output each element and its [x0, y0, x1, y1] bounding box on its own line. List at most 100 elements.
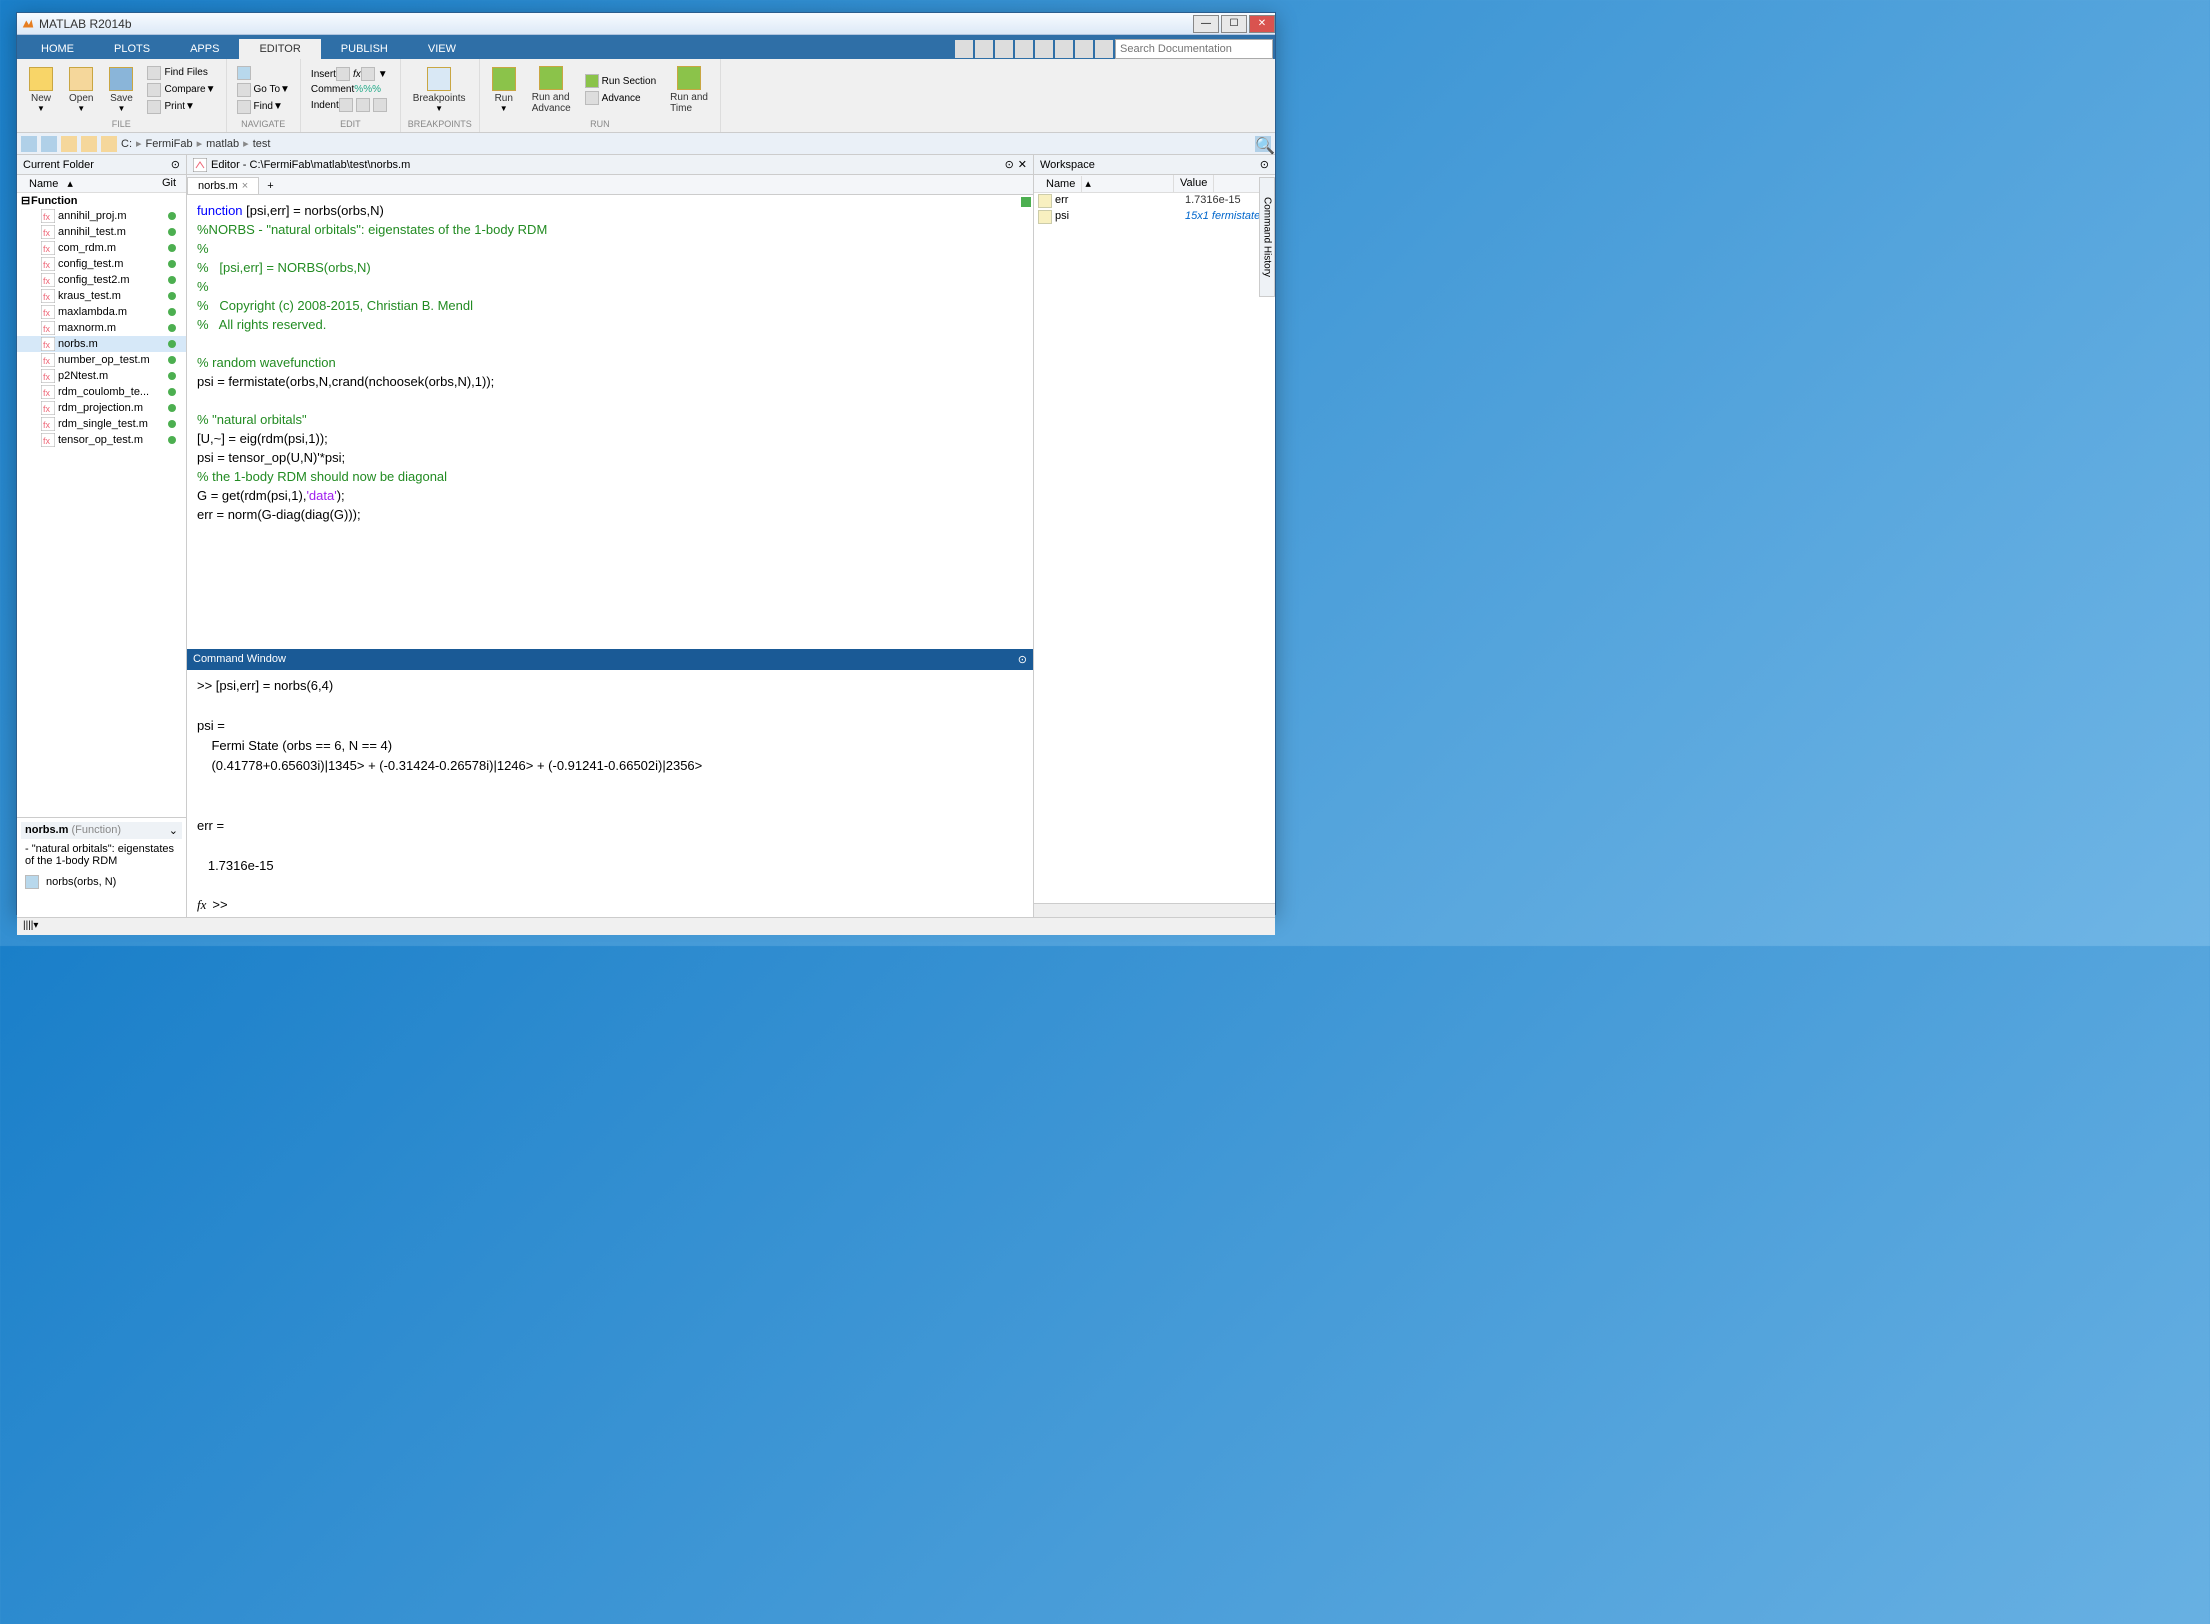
ws-menu-icon[interactable]: ⊙: [1260, 158, 1269, 171]
ws-col-value[interactable]: Value: [1174, 175, 1214, 192]
qat-icon-4[interactable]: [1015, 40, 1033, 58]
file-row[interactable]: fxtensor_op_test.m: [17, 432, 186, 448]
qat-icon-7[interactable]: [1075, 40, 1093, 58]
file-row[interactable]: fxconfig_test2.m: [17, 272, 186, 288]
close-button[interactable]: ✕: [1249, 15, 1275, 33]
tab-editor[interactable]: EDITOR: [239, 39, 320, 59]
breadcrumb-part[interactable]: test: [253, 138, 271, 150]
col-name[interactable]: Name ▴: [17, 175, 156, 192]
run-advance-button[interactable]: Run and Advance: [526, 64, 577, 116]
code-analyzer-indicator[interactable]: [1021, 197, 1031, 207]
editor-close-icon[interactable]: ✕: [1018, 158, 1027, 171]
nav-up-icon[interactable]: [61, 136, 77, 152]
run-section-button[interactable]: Run Section: [581, 73, 660, 89]
mfile-icon: fx: [41, 417, 55, 431]
save-button[interactable]: Save▼: [103, 65, 139, 115]
nav-back-icon[interactable]: [21, 136, 37, 152]
add-tab-button[interactable]: +: [259, 178, 281, 194]
fx-icon[interactable]: fx: [197, 895, 206, 914]
workspace-variable[interactable]: err1.7316e-15: [1034, 193, 1275, 209]
code-editor[interactable]: function [psi,err] = norbs(orbs,N) %NORB…: [187, 195, 1033, 649]
file-row[interactable]: fxannihil_proj.m: [17, 208, 186, 224]
advance-button[interactable]: Advance: [581, 90, 660, 106]
file-row[interactable]: fxannihil_test.m: [17, 224, 186, 240]
git-status-dot: [168, 340, 176, 348]
tab-plots[interactable]: PLOTS: [94, 39, 170, 59]
file-row[interactable]: fxcom_rdm.m: [17, 240, 186, 256]
compare-button[interactable]: Compare ▼: [143, 82, 219, 98]
nav-forward-icon[interactable]: [41, 136, 57, 152]
file-row[interactable]: fxrdm_projection.m: [17, 400, 186, 416]
open-button[interactable]: Open▼: [63, 65, 99, 115]
qat-icon-5[interactable]: [1035, 40, 1053, 58]
ws-col-name[interactable]: Name ▴: [1034, 175, 1174, 192]
cmd-menu-icon[interactable]: ⊙: [1018, 653, 1027, 669]
file-row[interactable]: fxconfig_test.m: [17, 256, 186, 272]
workspace-variable[interactable]: psi15x1 fermistate: [1034, 209, 1275, 225]
git-status-dot: [168, 276, 176, 284]
print-button[interactable]: Print ▼: [143, 99, 219, 115]
comment-button[interactable]: Comment % % %: [307, 83, 394, 96]
nav-back-button[interactable]: [233, 65, 294, 81]
matlab-icon: [21, 17, 35, 31]
breadcrumb-part[interactable]: matlab: [206, 138, 239, 150]
breadcrumb[interactable]: C:▸ FermiFab▸ matlab▸ test: [101, 136, 1251, 152]
new-button[interactable]: New▼: [23, 65, 59, 115]
search-documentation-input[interactable]: [1115, 39, 1273, 59]
file-row[interactable]: fxnumber_op_test.m: [17, 352, 186, 368]
file-row[interactable]: fxmaxlambda.m: [17, 304, 186, 320]
git-status-dot: [168, 404, 176, 412]
run-button[interactable]: Run▼: [486, 65, 522, 115]
folder-tree[interactable]: ⊟ Function fxannihil_proj.mfxannihil_tes…: [17, 193, 186, 817]
goto-button[interactable]: Go To ▼: [233, 82, 294, 98]
breadcrumb-part[interactable]: C:: [121, 138, 132, 150]
qat-icon-3[interactable]: [995, 40, 1013, 58]
indent-button[interactable]: Indent: [307, 97, 394, 113]
file-row[interactable]: fxmaxnorm.m: [17, 320, 186, 336]
maximize-button[interactable]: ☐: [1221, 15, 1247, 33]
details-panel: norbs.m (Function) ⌄ - "natural orbitals…: [17, 817, 186, 917]
tab-apps[interactable]: APPS: [170, 39, 239, 59]
svg-text:fx: fx: [43, 292, 51, 302]
find-files-button[interactable]: Find Files: [143, 65, 219, 81]
run-time-button[interactable]: Run and Time: [664, 64, 714, 116]
file-row[interactable]: fxrdm_coulomb_te...: [17, 384, 186, 400]
git-status-dot: [168, 324, 176, 332]
breadcrumb-part[interactable]: FermiFab: [146, 138, 193, 150]
minimize-button[interactable]: —: [1193, 15, 1219, 33]
file-row[interactable]: fxrdm_single_test.m: [17, 416, 186, 432]
mfile-icon: fx: [41, 401, 55, 415]
editor-tabs: norbs.m × +: [187, 175, 1033, 195]
main-tabs: HOME PLOTS APPS EDITOR PUBLISH VIEW: [17, 35, 1275, 59]
file-row[interactable]: fxp2Ntest.m: [17, 368, 186, 384]
insert-button[interactable]: Insert fx ▼: [307, 66, 394, 82]
folder-function[interactable]: ⊟ Function: [17, 193, 186, 208]
editor-menu-icon[interactable]: ⊙: [1005, 158, 1014, 171]
workspace-scrollbar[interactable]: [1034, 903, 1275, 917]
tab-publish[interactable]: PUBLISH: [321, 39, 408, 59]
col-git[interactable]: Git: [156, 175, 186, 192]
help-icon[interactable]: [1095, 40, 1113, 58]
panel-menu-icon[interactable]: ⊙: [171, 158, 180, 171]
search-path-icon[interactable]: 🔍: [1255, 136, 1271, 152]
tab-home[interactable]: HOME: [21, 39, 94, 59]
find-button[interactable]: Find ▼: [233, 99, 294, 115]
file-row[interactable]: fxnorbs.m: [17, 336, 186, 352]
qat-icon-2[interactable]: [975, 40, 993, 58]
command-history-tab[interactable]: Command History: [1259, 177, 1275, 297]
mfile-icon: fx: [41, 369, 55, 383]
breakpoints-button[interactable]: Breakpoints▼: [407, 65, 472, 115]
nav-browse-icon[interactable]: [81, 136, 97, 152]
command-window-body[interactable]: >> [psi,err] = norbs(6,4) psi = Fermi St…: [187, 670, 1033, 917]
details-header[interactable]: norbs.m (Function) ⌄: [21, 822, 182, 839]
ribbon-group-file: New▼ Open▼ Save▼ Find Files Compare ▼ Pr…: [17, 59, 227, 132]
workspace-body[interactable]: err1.7316e-15psi15x1 fermistate: [1034, 193, 1275, 903]
variable-icon: [1038, 194, 1052, 208]
qat-icon-1[interactable]: [955, 40, 973, 58]
collapse-icon[interactable]: ⌄: [169, 824, 178, 837]
file-row[interactable]: fxkraus_test.m: [17, 288, 186, 304]
tab-view[interactable]: VIEW: [408, 39, 476, 59]
tab-close-icon[interactable]: ×: [242, 180, 248, 192]
qat-icon-6[interactable]: [1055, 40, 1073, 58]
editor-tab-norbs[interactable]: norbs.m ×: [187, 177, 259, 194]
